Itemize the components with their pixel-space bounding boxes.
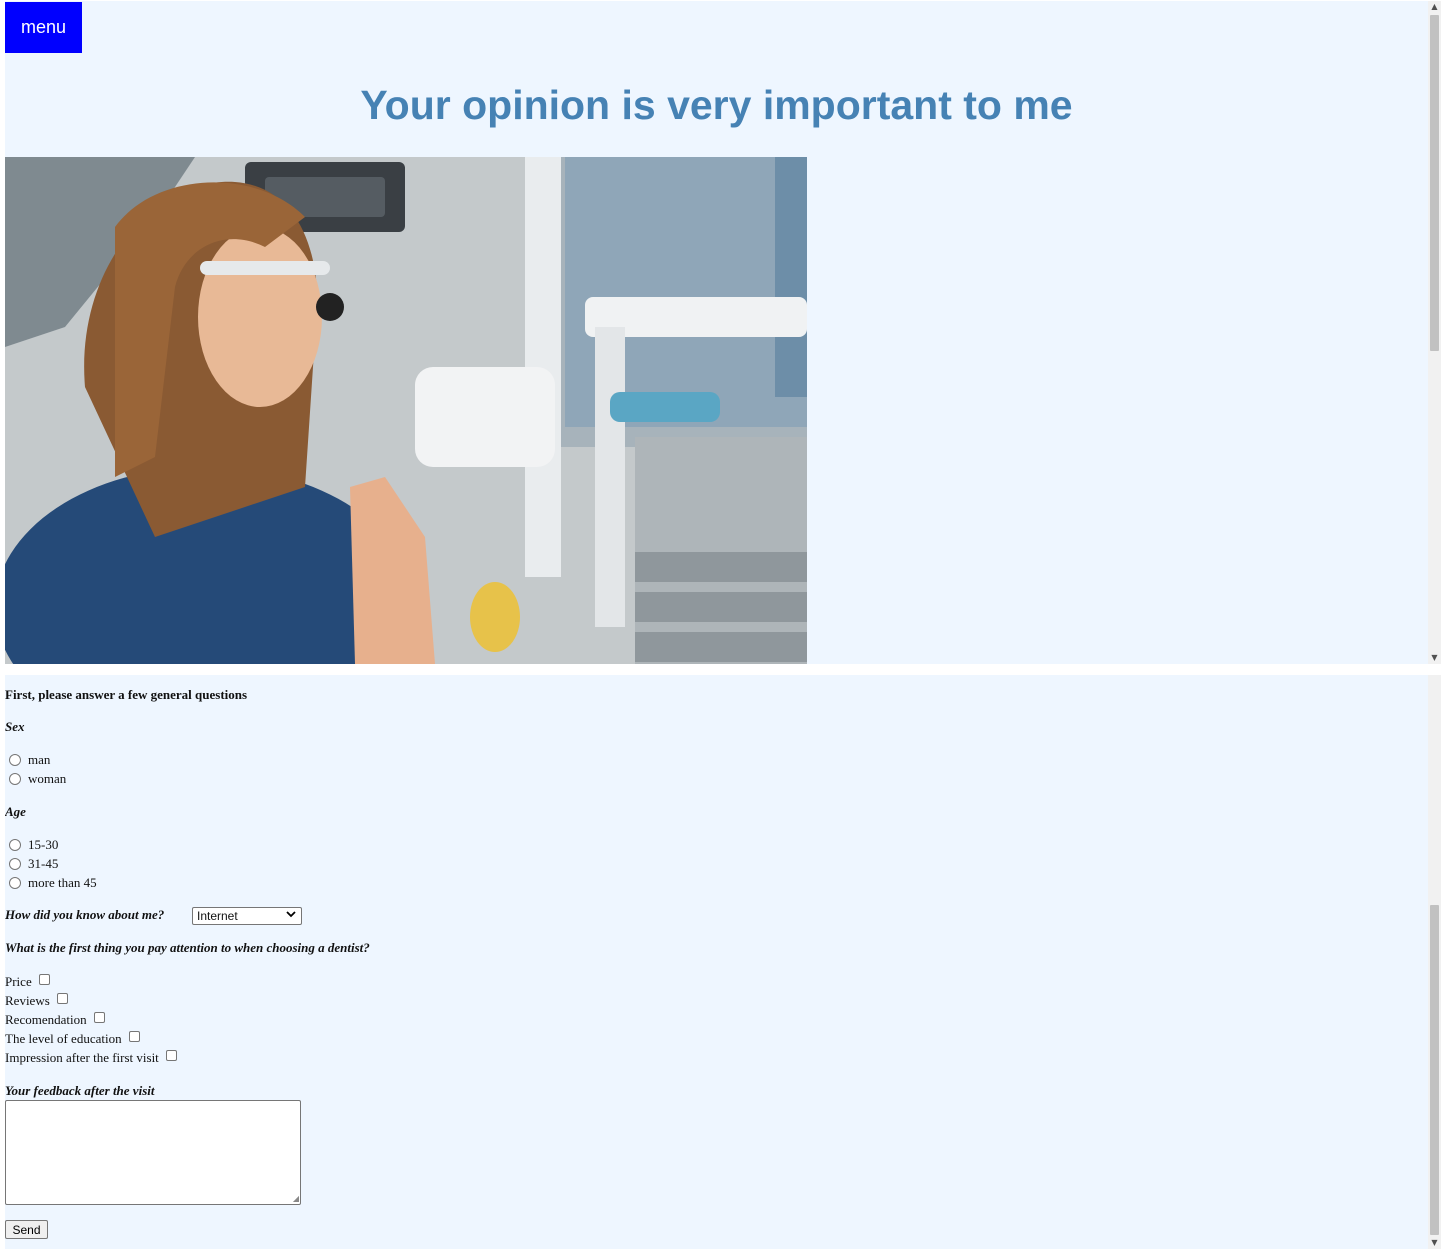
checkbox-label: Reviews — [5, 993, 50, 1008]
checkbox-label: Price — [5, 974, 32, 989]
sex-label: Sex — [5, 719, 25, 734]
checkbox-option-reviews[interactable]: Reviews — [5, 992, 68, 1009]
form-intro: First, please answer a few general quest… — [5, 687, 248, 702]
bottom-scrollbar[interactable]: ▼ — [1428, 675, 1441, 1249]
radio-button[interactable] — [9, 754, 21, 766]
radio-label: woman — [28, 771, 67, 786]
checkbox[interactable] — [93, 1011, 105, 1023]
top-scrollbar[interactable]: ▲ ▼ — [1428, 1, 1441, 664]
scrollbar-thumb[interactable] — [1430, 905, 1439, 1235]
chevron-down-icon — [286, 909, 296, 922]
checkbox[interactable] — [128, 1030, 140, 1042]
attention-label: What is the first thing you pay attentio… — [5, 940, 370, 955]
scroll-down-arrow-icon[interactable]: ▼ — [1428, 1237, 1441, 1249]
checkbox[interactable] — [56, 992, 68, 1004]
radio-button[interactable] — [9, 858, 21, 870]
radio-label: man — [28, 752, 51, 767]
radio-option-man[interactable]: man — [9, 752, 50, 768]
checkbox-option-education[interactable]: The level of education — [5, 1030, 140, 1047]
checkbox-option-price[interactable]: Price — [5, 973, 50, 990]
send-button[interactable]: Send — [5, 1220, 48, 1239]
dentist-photo — [5, 157, 807, 664]
scroll-up-arrow-icon[interactable]: ▲ — [1428, 1, 1441, 13]
scrollbar-thumb[interactable] — [1430, 15, 1439, 351]
survey-section: First, please answer a few general quest… — [5, 675, 1428, 1249]
radio-label: more than 45 — [28, 875, 97, 890]
age-label: Age — [5, 804, 26, 819]
checkbox-option-first-visit[interactable]: Impression after the first visit — [5, 1049, 177, 1066]
feedback-textarea[interactable]: ◢ — [5, 1100, 301, 1205]
header-section: menu Your opinion is very important to m… — [5, 1, 1428, 664]
checkbox-label: The level of education — [5, 1031, 122, 1046]
radio-option-31-45[interactable]: 31-45 — [9, 856, 58, 872]
radio-option-15-30[interactable]: 15-30 — [9, 837, 58, 853]
checkbox[interactable] — [165, 1049, 177, 1061]
radio-label: 15-30 — [28, 837, 59, 852]
checkbox-label: Impression after the first visit — [5, 1050, 159, 1065]
menu-button[interactable]: menu — [5, 2, 82, 53]
radio-button[interactable] — [9, 877, 21, 889]
hero-image — [5, 157, 807, 664]
page-title: Your opinion is very important to me — [360, 82, 1073, 128]
checkbox-option-recomendation[interactable]: Recomendation — [5, 1011, 105, 1028]
select-value: Internet — [197, 909, 238, 923]
checkbox[interactable] — [38, 973, 50, 985]
source-select[interactable]: Internet — [192, 907, 302, 925]
radio-option-woman[interactable]: woman — [9, 771, 66, 787]
radio-option-more-than-45[interactable]: more than 45 — [9, 875, 97, 891]
source-label: How did you know about me? — [5, 907, 165, 922]
scroll-down-arrow-icon[interactable]: ▼ — [1428, 652, 1441, 664]
checkbox-label: Recomendation — [5, 1012, 87, 1027]
resize-grip-icon[interactable]: ◢ — [293, 1195, 299, 1203]
radio-label: 31-45 — [28, 856, 59, 871]
feedback-label: Your feedback after the visit — [5, 1083, 155, 1098]
radio-button[interactable] — [9, 773, 21, 785]
radio-button[interactable] — [9, 839, 21, 851]
